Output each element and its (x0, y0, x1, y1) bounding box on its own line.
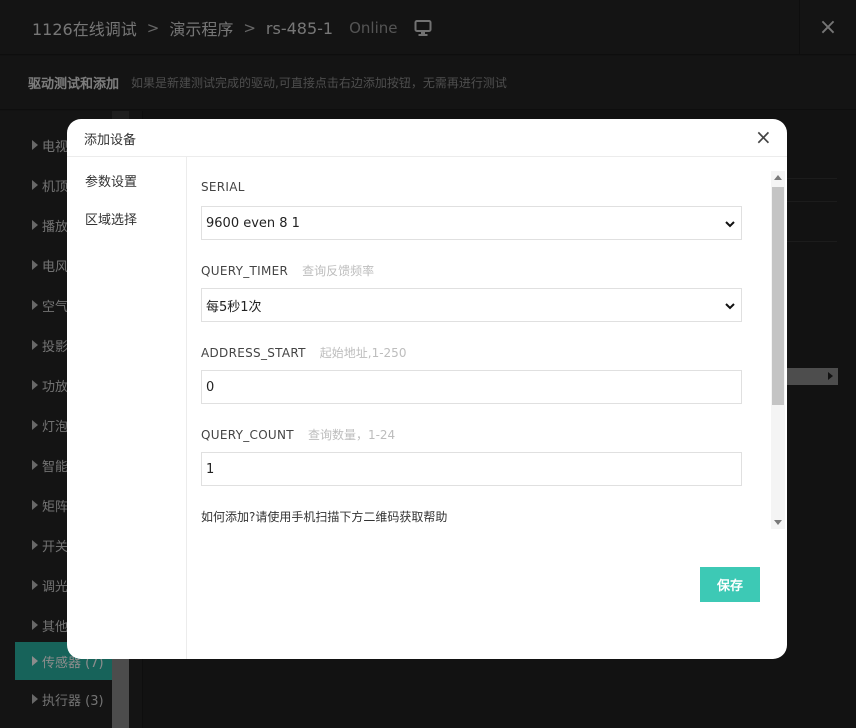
dialog-title: 添加设备 (84, 133, 137, 148)
chevron-down-icon (725, 221, 735, 228)
query-count-input[interactable]: 1 (201, 452, 742, 486)
input-value: 0 (206, 379, 215, 395)
parameter-form: SERIAL 9600 even 8 1 QUERY_TIMER 查询反馈频率 每… (188, 157, 787, 659)
query-timer-label: QUERY_TIMER 查询反馈频率 (201, 262, 374, 279)
nav-item-area[interactable]: 区域选择 (85, 209, 137, 228)
address-start-label: ADDRESS_START 起始地址,1-250 (201, 344, 406, 361)
add-device-dialog: 添加设备 × 参数设置 区域选择 SERIAL 9600 even 8 1 QU… (67, 119, 787, 659)
input-value: 1 (206, 461, 215, 477)
arrow-down-icon[interactable] (774, 520, 782, 525)
dialog-header: 添加设备 × (67, 119, 787, 157)
help-text: 如何添加?请使用手机扫描下方二维码获取帮助 (201, 510, 448, 524)
arrow-up-icon[interactable] (774, 175, 782, 180)
field-description: 查询反馈频率 (302, 264, 375, 278)
save-button[interactable]: 保存 (700, 567, 760, 602)
field-label-text: SERIAL (201, 180, 245, 194)
field-label-text: ADDRESS_START (201, 346, 306, 360)
select-value: 每5秒1次 (206, 299, 262, 315)
field-label-text: QUERY_TIMER (201, 264, 289, 278)
chevron-down-icon (725, 303, 735, 310)
form-scroll-area[interactable]: SERIAL 9600 even 8 1 QUERY_TIMER 查询反馈频率 每… (188, 171, 784, 531)
close-icon[interactable]: × (755, 127, 772, 147)
field-description: 起始地址,1-250 (319, 346, 407, 360)
dialog-nav: 参数设置 区域选择 (67, 157, 187, 659)
serial-label: SERIAL (201, 180, 245, 194)
address-start-input[interactable]: 0 (201, 370, 742, 404)
query-count-label: QUERY_COUNT 查询数量，1-24 (201, 426, 395, 443)
form-scrollbar-track[interactable] (771, 171, 785, 529)
serial-select[interactable]: 9600 even 8 1 (201, 206, 742, 240)
nav-item-parameters[interactable]: 参数设置 (85, 171, 137, 190)
field-label-text: QUERY_COUNT (201, 428, 294, 442)
form-scrollbar-thumb[interactable] (772, 187, 784, 405)
query-timer-select[interactable]: 每5秒1次 (201, 288, 742, 322)
select-value: 9600 even 8 1 (206, 215, 300, 231)
field-description: 查询数量，1-24 (307, 428, 396, 442)
